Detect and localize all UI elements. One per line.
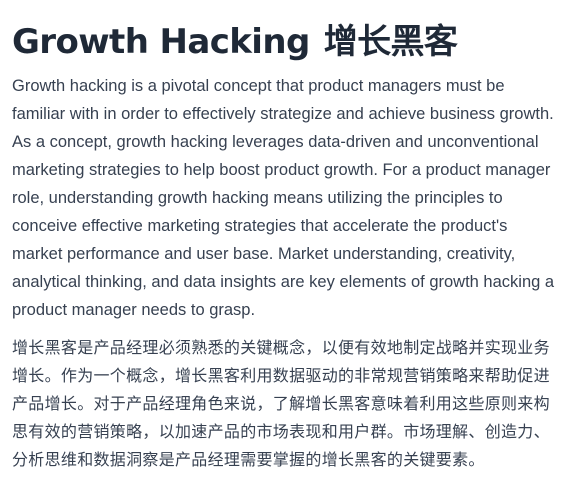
- title-english: Growth Hacking: [12, 22, 310, 62]
- title-chinese: 增长黑客: [323, 22, 458, 62]
- paragraph-chinese: 增长黑客是产品经理必须熟悉的关键概念，以便有效地制定战略并实现业务增长。作为一个…: [12, 338, 550, 469]
- page-title: Growth Hacking 增长黑客: [12, 20, 458, 64]
- paragraph-english: Growth hacking is a pivotal concept that…: [12, 77, 555, 319]
